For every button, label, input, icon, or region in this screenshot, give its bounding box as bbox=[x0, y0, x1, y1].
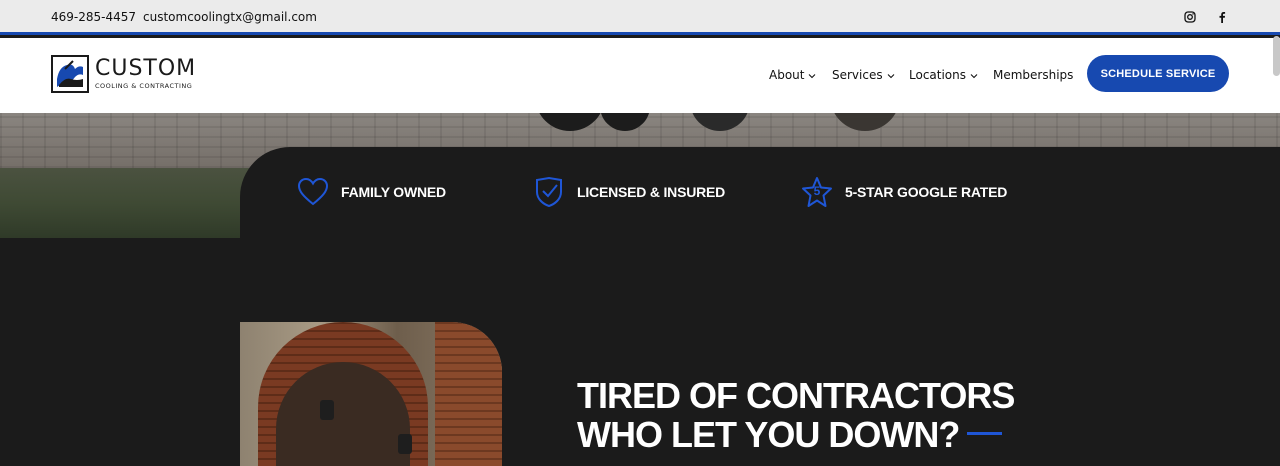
logo-title: CUSTOM bbox=[95, 56, 197, 81]
nav-memberships-label: Memberships bbox=[993, 68, 1074, 82]
feature-label: 5-STAR GOOGLE RATED bbox=[845, 184, 1008, 200]
nav-locations-label: Locations bbox=[909, 68, 967, 82]
logo[interactable]: CUSTOM COOLING & CONTRACTING bbox=[51, 54, 196, 94]
nav-services-label: Services bbox=[832, 68, 883, 82]
shield-check-icon bbox=[533, 176, 565, 208]
feature-label: FAMILY OWNED bbox=[341, 184, 446, 200]
star-number: 5 bbox=[813, 184, 821, 198]
nav-services[interactable]: Services bbox=[832, 65, 895, 85]
contact-bar: 469-285-4457 customcoolingtx@gmail.com bbox=[0, 0, 1280, 35]
feature-licensed-insured: LICENSED & INSURED bbox=[533, 175, 725, 209]
feature-label: LICENSED & INSURED bbox=[577, 184, 726, 200]
nav-memberships[interactable]: Memberships bbox=[993, 65, 1073, 85]
accent-dash bbox=[967, 431, 1003, 435]
headline-line-2: WHO LET YOU DOWN? bbox=[577, 414, 960, 455]
email-link[interactable]: customcoolingtx@gmail.com bbox=[143, 10, 317, 24]
heart-icon bbox=[297, 176, 329, 208]
section-headline: TIRED OF CONTRACTORS WHO LET YOU DOWN? bbox=[577, 375, 1015, 455]
intro-section: TIRED OF CONTRACTORS WHO LET YOU DOWN? bbox=[0, 238, 1280, 466]
chevron-down-icon bbox=[887, 68, 895, 82]
feature-5-star: 5 5-STAR GOOGLE RATED bbox=[801, 175, 1007, 209]
features-band: FAMILY OWNED LICENSED & INSURED 5 5-STAR… bbox=[240, 147, 1280, 238]
page: 469-285-4457 customcoolingtx@gmail.com C… bbox=[0, 0, 1280, 466]
facebook-icon[interactable] bbox=[1214, 9, 1230, 25]
star-icon: 5 bbox=[801, 176, 833, 208]
chevron-down-icon bbox=[808, 68, 816, 82]
nav-about-label: About bbox=[769, 68, 805, 82]
headline-line-1: TIRED OF CONTRACTORS bbox=[577, 375, 1015, 416]
feature-family-owned: FAMILY OWNED bbox=[297, 175, 446, 209]
nav-locations[interactable]: Locations bbox=[909, 65, 978, 85]
nav-about[interactable]: About bbox=[769, 65, 816, 85]
logo-subtitle: COOLING & CONTRACTING bbox=[95, 82, 193, 90]
instagram-icon[interactable] bbox=[1182, 9, 1198, 25]
chevron-down-icon bbox=[970, 68, 978, 82]
schedule-service-button[interactable]: SCHEDULE SERVICE bbox=[1087, 55, 1229, 92]
site-header: CUSTOM COOLING & CONTRACTING About Servi… bbox=[0, 38, 1280, 113]
logo-mark-icon bbox=[51, 55, 89, 93]
phone-link[interactable]: 469-285-4457 bbox=[51, 10, 136, 24]
house-photo bbox=[240, 322, 502, 466]
scrollbar-thumb[interactable] bbox=[1273, 36, 1280, 76]
